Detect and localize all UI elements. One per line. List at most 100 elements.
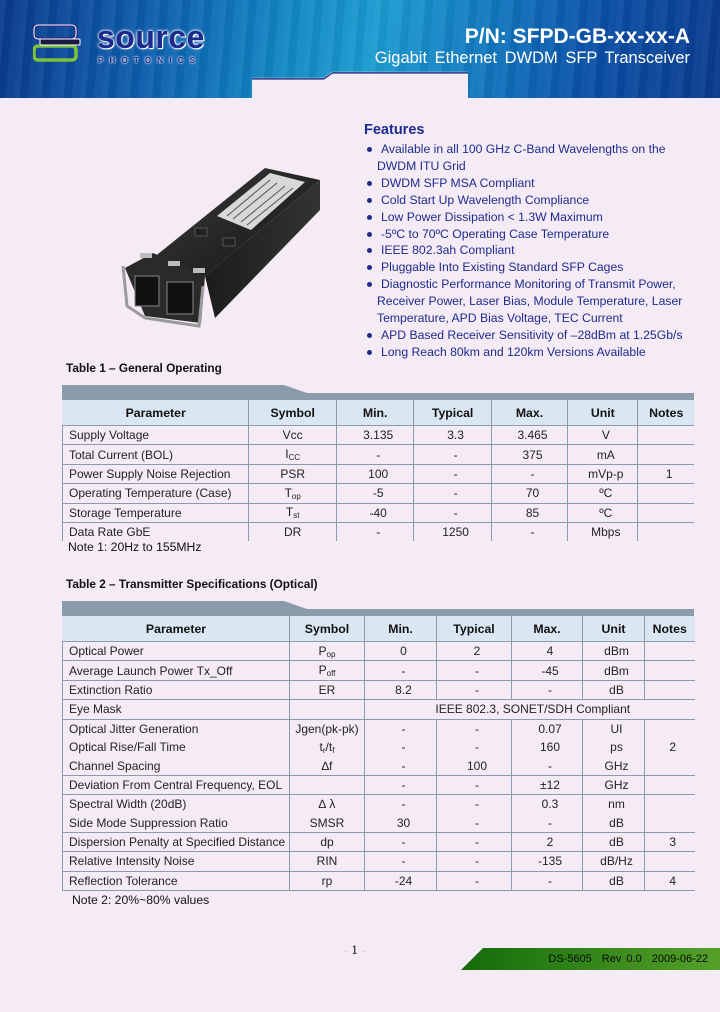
column-header: Max. [490, 400, 568, 426]
min-cell: 0 [364, 641, 437, 662]
column-header: Typical [413, 400, 492, 426]
min-cell: 30 [364, 813, 437, 833]
table-row: Power Supply Noise Rejection PSR 100- - mVp-… [61, 464, 694, 485]
table1-header-bar [62, 383, 694, 400]
feature-item: DWDM SFP MSA Compliant [364, 175, 704, 192]
column-header: Parameter [62, 616, 290, 642]
unit-cell: ºC [567, 503, 638, 523]
table2-header-bar [62, 599, 694, 616]
notes-cell [644, 756, 695, 776]
features-section: Features Available in all 100 GHz C-Band… [364, 122, 704, 361]
min-cell: - [364, 719, 437, 738]
table-row: Total Current (BOL) ICC - -375 mA [61, 444, 694, 465]
feature-text: -5ºC to 70ºC Operating Case Temperature [381, 226, 610, 241]
part-number: P/N: SFPD-GB-xx-xx-A [464, 25, 690, 48]
max-cell: - [511, 756, 583, 776]
column-header: Max. [511, 616, 583, 642]
logo-subtitle: PHOTONICS [98, 56, 202, 65]
typical-cell: - [436, 871, 512, 892]
symbol-cell: Poff [289, 660, 365, 681]
parameter-cell: Reflection Tolerance [62, 871, 290, 892]
feature-text: IEEE 802.3ah Compliant [381, 243, 515, 258]
feature-item: Cold Start Up Wavelength Compliance [364, 192, 704, 209]
bullet-icon [367, 231, 372, 237]
parameter-cell: Relative Intensity Noise [62, 851, 290, 872]
unit-cell: dB/Hz [582, 851, 645, 872]
unit-cell: mVp-p [567, 464, 638, 485]
parameter-cell: Storage Temperature [61, 503, 249, 523]
min-cell: 3.135 [335, 425, 414, 446]
table-row: Deviation From Central Frequency, EOL - - ±… [62, 775, 695, 796]
typical-cell: - [413, 483, 492, 504]
notes-cell [644, 660, 695, 681]
parameter-cell: Optical Power [62, 641, 290, 662]
column-header: Unit [582, 616, 645, 642]
symbol-cell: ER [289, 680, 365, 701]
unit-cell: dBm [582, 641, 645, 662]
feature-text: Cold Start Up Wavelength Compliance [381, 192, 590, 207]
table-row: Reflection Tolerance rp -24- - dB 4 [62, 871, 695, 892]
min-cell: - [364, 794, 437, 814]
column-header: Symbol [289, 616, 365, 642]
sfp-module-image [121, 168, 320, 328]
bullet-icon [367, 248, 372, 254]
bullet-icon [367, 180, 372, 186]
min-cell: - [364, 775, 437, 796]
typical-cell: - [436, 680, 512, 701]
notes-cell [644, 813, 695, 833]
table-row: Extinction Ratio ER 8.2- - dB [62, 680, 695, 701]
feature-text: Temperature, APD Bias Voltage, TEC Curre… [377, 311, 623, 326]
unit-cell: Mbps [567, 522, 638, 542]
table-row: Optical Power Pop 0 2 4 dBm [62, 641, 695, 662]
unit-cell: ºC [567, 483, 638, 504]
features-list: Available in all 100 GHz C-Band Waveleng… [364, 141, 704, 361]
unit-cell: dB [582, 680, 645, 701]
notes-cell [637, 503, 694, 523]
column-header: Notes [637, 400, 694, 426]
min-cell: - [364, 737, 437, 757]
release-date: 2009-06-22 [651, 953, 708, 965]
parameter-cell: Spectral Width (20dB) [62, 794, 290, 814]
min-cell: - [335, 522, 414, 542]
feature-item: -5ºC to 70ºC Operating Case Temperature [364, 226, 704, 243]
min-cell: -40 [335, 503, 414, 523]
typical-cell: - [436, 813, 512, 833]
notes-cell [637, 444, 694, 465]
parameter-cell: Side Mode Suppression Ratio [62, 813, 290, 833]
max-cell: 70 [490, 483, 568, 504]
typical-cell: - [436, 737, 512, 757]
page-number-value: 1 [351, 944, 359, 957]
feature-text: Available in all 100 GHz C-Band Waveleng… [381, 142, 666, 156]
typical-cell: 2 [436, 641, 512, 662]
column-header: Symbol [248, 400, 337, 426]
symbol-cell: Top [248, 483, 337, 504]
feature-text: Receiver Power, Laser Bias, Module Tempe… [377, 294, 683, 309]
parameter-cell: Power Supply Noise Rejection [61, 464, 249, 485]
unit-cell: mA [567, 444, 638, 465]
symbol-cell: ICC [248, 444, 337, 465]
notes-cell: 4 [644, 871, 695, 892]
notes-cell [644, 719, 695, 738]
column-header: Min. [364, 616, 437, 642]
bullet-icon [367, 265, 372, 271]
notes-cell [644, 641, 695, 662]
parameter-cell: Extinction Ratio [62, 680, 290, 701]
notes-cell [637, 522, 694, 542]
unit-cell: dB [582, 832, 645, 853]
parameter-cell: Optical Jitter Generation [62, 719, 290, 738]
feature-text: Pluggable Into Existing Standard SFP Cag… [381, 260, 624, 275]
feature-text: DWDM SFP MSA Compliant [381, 175, 535, 190]
min-cell: - [364, 832, 437, 853]
min-cell: - [335, 444, 414, 465]
max-cell: - [490, 522, 568, 542]
symbol-cell [289, 699, 365, 720]
max-cell: 0.3 [511, 794, 583, 814]
table2-note: Note 2: 20%~80% values [72, 893, 210, 907]
parameter-cell: Eye Mask [62, 699, 290, 720]
typical-cell: - [413, 503, 492, 523]
column-header: Parameter [61, 400, 249, 426]
symbol-cell: tr/tf [289, 737, 365, 757]
feature-text: Long Reach 80km and 120km Versions Avail… [381, 344, 646, 359]
features-title: Features [364, 122, 425, 138]
unit-cell: UI [582, 719, 645, 738]
